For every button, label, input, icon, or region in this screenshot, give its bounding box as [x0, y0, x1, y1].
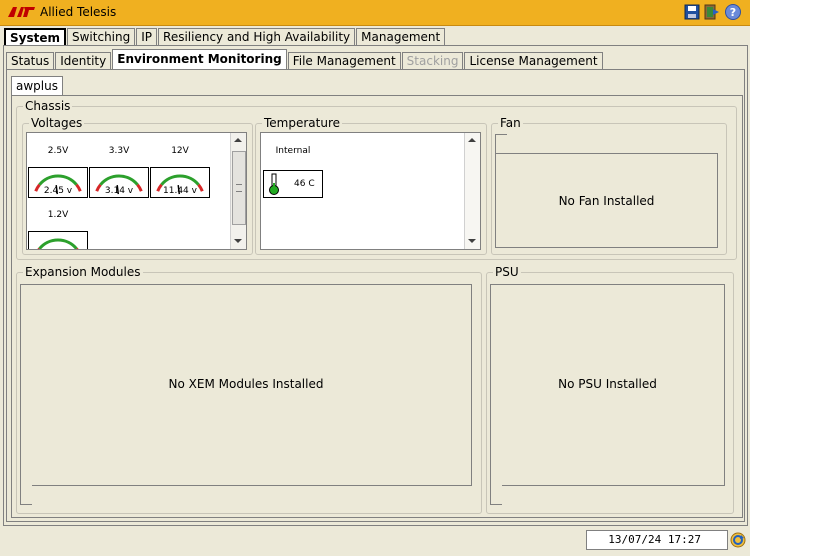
- fan-message: No Fan Installed: [558, 194, 655, 208]
- temperature-label: Temperature: [262, 116, 343, 130]
- status-datetime-text: 13/07/24 17:27: [608, 533, 701, 546]
- temperature-reading: 46 C: [263, 170, 323, 198]
- voltages-scrollbar[interactable]: [230, 133, 246, 249]
- temperature-list[interactable]: Internal 46 C: [260, 132, 481, 250]
- gauge-arc-segment: [37, 247, 40, 249]
- tab-identity[interactable]: Identity: [55, 52, 112, 69]
- gauge-label-12v: 12V: [171, 146, 189, 156]
- gauge-needle: [56, 249, 57, 250]
- tab-environment-monitoring[interactable]: Environment Monitoring: [112, 49, 287, 69]
- status-datetime: 13/07/24 17:27: [586, 530, 728, 550]
- expansion-modules-label: Expansion Modules: [23, 265, 143, 279]
- scroll-up-icon[interactable]: [468, 138, 476, 142]
- tab-management[interactable]: Management: [356, 28, 446, 46]
- temperature-value: 46 C: [294, 179, 315, 189]
- application-window: Allied Telesis ? System Switching IP Res…: [0, 0, 750, 556]
- tab-license-management[interactable]: License Management: [464, 52, 603, 69]
- gauge-label-2v5: 2.5V: [47, 146, 69, 156]
- fan-panel-corner: [495, 134, 507, 155]
- tab-status[interactable]: Status: [6, 52, 55, 69]
- svg-text:?: ?: [730, 6, 736, 19]
- status-bar: 13/07/24 17:27: [0, 528, 750, 552]
- scroll-down-icon[interactable]: [234, 239, 242, 243]
- thermometer-icon: [269, 173, 279, 195]
- title-bar: Allied Telesis ?: [0, 0, 750, 26]
- psu-label: PSU: [493, 265, 521, 279]
- voltage-gauge-12v: 11.44 v: [150, 167, 210, 198]
- voltage-gauge-1v2: [28, 231, 88, 250]
- tab-ip[interactable]: IP: [136, 28, 158, 46]
- voltages-list[interactable]: 2.5V 2.45 v 3.3V 3.14 v 12V 11.44 v 1.2V: [26, 132, 247, 250]
- scroll-up-icon[interactable]: [234, 138, 242, 142]
- gauge-label-3v3: 3.3V: [108, 146, 130, 156]
- voltage-gauge-2v5: 2.45 v: [28, 167, 88, 198]
- expansion-panel-corner: [20, 485, 32, 505]
- fan-panel: No Fan Installed: [495, 153, 718, 248]
- gauge-arc-segment: [38, 174, 78, 186]
- window-title: Allied Telesis: [40, 5, 117, 19]
- exit-icon[interactable]: [704, 4, 720, 20]
- gauge-arc-segment: [160, 174, 200, 186]
- gauge-label-1v2: 1.2V: [47, 210, 69, 220]
- tab-resiliency[interactable]: Resiliency and High Availability: [158, 28, 356, 46]
- psu-panel-corner: [490, 485, 502, 505]
- tab-switching[interactable]: Switching: [67, 28, 136, 46]
- chassis-label: Chassis: [23, 99, 73, 113]
- fan-label: Fan: [498, 116, 523, 130]
- gauge-arc-segment: [38, 238, 78, 249]
- scroll-thumb[interactable]: [232, 151, 246, 225]
- help-icon[interactable]: ?: [725, 4, 741, 20]
- tab-device-awplus[interactable]: awplus: [11, 76, 63, 96]
- psu-panel: No PSU Installed: [490, 284, 725, 486]
- sub-tab-bar: Status Identity Environment Monitoring F…: [6, 49, 604, 70]
- allied-telesis-logo-icon: [8, 7, 36, 17]
- refresh-icon[interactable]: [730, 532, 746, 548]
- gauge-value-2v5: 2.45 v: [43, 186, 73, 196]
- voltages-label: Voltages: [29, 116, 85, 130]
- gauge-value-3v3: 3.14 v: [104, 186, 134, 196]
- expansion-modules-panel: No XEM Modules Installed: [20, 284, 472, 486]
- psu-message: No PSU Installed: [558, 377, 657, 391]
- gauge-arc-segment: [99, 174, 139, 186]
- sensor-label-internal: Internal: [275, 146, 311, 156]
- temperature-scrollbar[interactable]: [464, 133, 480, 249]
- main-tab-bar: System Switching IP Resiliency and High …: [4, 28, 446, 47]
- save-icon[interactable]: [684, 4, 700, 20]
- tab-file-management[interactable]: File Management: [287, 52, 401, 69]
- tab-stacking: Stacking: [401, 52, 464, 69]
- expansion-message: No XEM Modules Installed: [168, 377, 324, 391]
- gauge-arc-segment: [76, 247, 79, 249]
- voltage-gauge-3v3: 3.14 v: [89, 167, 149, 198]
- scroll-down-icon[interactable]: [468, 239, 476, 243]
- gauge-value-12v: 11.44 v: [163, 186, 197, 196]
